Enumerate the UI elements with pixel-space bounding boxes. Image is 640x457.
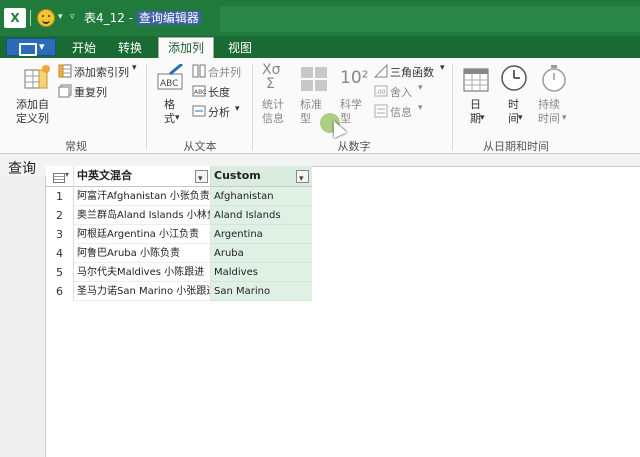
index-column-dropdown-icon[interactable]: ▾: [132, 63, 137, 73]
group-label-general: 常规: [65, 140, 87, 153]
table-cell[interactable]: Aland Islands: [211, 206, 312, 225]
group-label-from-text: 从文本: [183, 140, 217, 153]
column-filter-button[interactable]: [296, 169, 309, 189]
sigma-icon: Σ: [266, 76, 275, 92]
date-dropdown-icon[interactable]: ▾: [480, 113, 485, 123]
tab-view[interactable]: 视图: [222, 39, 258, 58]
merge-columns-icon: [192, 64, 206, 78]
table-cell[interactable]: Afghanistan: [211, 187, 312, 206]
svg-text:.00: .00: [376, 89, 386, 96]
table-cell[interactable]: 阿富汗Afghanistan 小张负责: [74, 187, 211, 206]
merge-columns-button[interactable]: 合并列: [208, 64, 241, 80]
add-custom-column-icon: [24, 65, 50, 89]
window-title-prefix: 表4_12 -: [84, 11, 137, 25]
scientific-icon: 10²: [340, 68, 369, 88]
table-cell[interactable]: Aruba: [211, 244, 312, 263]
row-number: 3: [46, 225, 74, 244]
duplicate-column-button[interactable]: 重复列: [74, 84, 107, 100]
row-number: 6: [46, 282, 74, 301]
duration-button[interactable]: 持续 时间: [538, 98, 560, 126]
format-button[interactable]: 格 式: [164, 98, 175, 126]
information-dropdown-icon[interactable]: ▾: [418, 103, 423, 113]
table-row[interactable]: 3 阿根廷Argentina 小江负责 Argentina: [46, 225, 312, 244]
index-column-icon: [58, 64, 72, 78]
file-menu-button[interactable]: [6, 38, 56, 56]
length-button[interactable]: 长度: [208, 84, 230, 100]
chevron-down-icon[interactable]: ▾: [58, 12, 63, 22]
table-cell[interactable]: Maldives: [211, 263, 312, 282]
table-cell[interactable]: San Marino: [211, 282, 312, 301]
row-number: 5: [46, 263, 74, 282]
table-row[interactable]: 1 阿富汗Afghanistan 小张负责 Afghanistan: [46, 187, 312, 206]
tab-add-column[interactable]: 添加列: [158, 37, 214, 58]
title-separator: [30, 10, 31, 26]
table-cell[interactable]: 圣马力诺San Marino 小张跟进: [74, 282, 211, 301]
clock-icon: [501, 65, 527, 91]
parse-button[interactable]: 分析: [208, 104, 230, 120]
column-header-label: Custom: [214, 169, 261, 182]
information-icon: [374, 104, 388, 118]
group-label-from-number: 从数字: [337, 140, 371, 153]
table-cell[interactable]: Argentina: [211, 225, 312, 244]
column-header-mixed[interactable]: 中英文混合: [74, 166, 211, 189]
table-row[interactable]: 6 圣马力诺San Marino 小张跟进 San Marino: [46, 282, 312, 301]
calendar-icon: [463, 68, 489, 92]
table-cell[interactable]: 阿根廷Argentina 小江负责: [74, 225, 211, 244]
table-cell[interactable]: 阿鲁巴Aruba 小陈负责: [74, 244, 211, 263]
column-header-label: 中英文混合: [77, 169, 132, 182]
window-title-highlight: 查询编辑器: [136, 11, 201, 25]
format-dropdown-icon[interactable]: ▾: [175, 113, 180, 123]
group-separator: [452, 64, 453, 150]
ribbon: 添加自 定义列 添加索引列 ▾ 重复列 常规 ABC 格 式 ▾ 合并列 ABC…: [0, 58, 640, 154]
tab-transform[interactable]: 转换: [112, 39, 148, 58]
rounding-button[interactable]: 舍入: [390, 84, 412, 100]
information-button[interactable]: 信息: [390, 104, 412, 120]
length-icon: ABC: [192, 85, 206, 97]
svg-text:ABC: ABC: [194, 89, 206, 96]
stopwatch-icon: [542, 65, 566, 92]
format-icon: ABC: [157, 64, 183, 90]
row-number: 2: [46, 206, 74, 225]
quick-access-dropdown-icon[interactable]: ▿: [70, 12, 75, 22]
table-corner-menu[interactable]: [46, 166, 74, 187]
group-label-from-datetime: 从日期和时间: [483, 140, 549, 153]
standard-operator-icon: [301, 67, 327, 91]
standard-button[interactable]: 标准 型: [300, 98, 322, 126]
tab-home[interactable]: 开始: [66, 39, 102, 58]
trig-icon: [374, 64, 388, 78]
column-filter-button[interactable]: [195, 169, 208, 189]
table-row[interactable]: 2 奥兰群岛Aland Islands 小林负 Aland Islands: [46, 206, 312, 225]
parse-icon: [192, 105, 206, 117]
group-separator: [252, 64, 253, 150]
title-bar: X ▾ ▿ 表4_12 - 查询编辑器: [0, 0, 640, 36]
rounding-icon: .00: [374, 85, 388, 97]
group-separator: [146, 64, 147, 150]
window-title: 表4_12 - 查询编辑器: [84, 9, 201, 26]
duration-dropdown-icon[interactable]: ▾: [562, 113, 567, 123]
table-row[interactable]: 4 阿鲁巴Aruba 小陈负责 Aruba: [46, 244, 312, 263]
duplicate-column-icon: [58, 84, 72, 98]
column-header-custom[interactable]: Custom: [211, 166, 312, 189]
trig-dropdown-icon[interactable]: ▾: [440, 63, 445, 73]
rounding-dropdown-icon[interactable]: ▾: [418, 83, 423, 93]
row-number: 1: [46, 187, 74, 206]
add-index-column-button[interactable]: 添加索引列: [74, 64, 129, 80]
title-bar-background: [220, 6, 640, 32]
time-dropdown-icon[interactable]: ▾: [518, 113, 523, 123]
row-number: 4: [46, 244, 74, 263]
add-custom-column-button[interactable]: 添加自 定义列: [16, 98, 49, 126]
parse-dropdown-icon[interactable]: ▾: [235, 104, 240, 114]
excel-app-icon[interactable]: X: [4, 8, 26, 28]
table-cell[interactable]: 马尔代夫Maldives 小陈跟进: [74, 263, 211, 282]
menu-bar: 开始 转换 添加列 视图: [0, 36, 640, 58]
query-navigator-pane: [0, 176, 46, 457]
trig-button[interactable]: 三角函数: [390, 64, 434, 80]
table-row[interactable]: 5 马尔代夫Maldives 小陈跟进 Maldives: [46, 263, 312, 282]
smiley-icon[interactable]: [37, 9, 55, 27]
table-cell[interactable]: 奥兰群岛Aland Islands 小林负: [74, 206, 211, 225]
query-pane-label: 查询: [8, 161, 36, 177]
svg-text:ABC: ABC: [160, 79, 178, 89]
statistics-button[interactable]: 统计 信息: [262, 98, 284, 126]
scientific-button[interactable]: 科学 型: [340, 98, 362, 126]
